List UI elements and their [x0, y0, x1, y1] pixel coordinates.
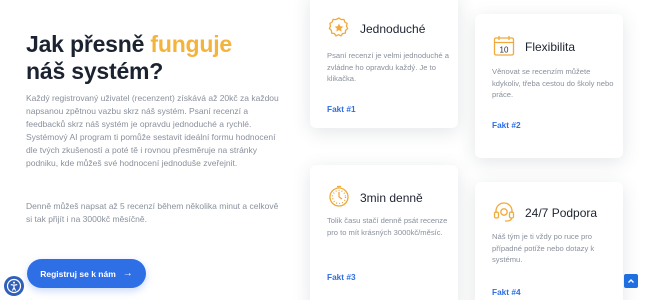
chevron-up-icon: [628, 279, 634, 283]
feature-card-3min: 3min denně Tolik času stačí denně psát r…: [310, 165, 458, 300]
card-description: Věnovat se recenzím můžete kdykoliv, tře…: [492, 67, 614, 100]
heading-part2: náš systém?: [26, 58, 164, 84]
card-fact-link[interactable]: Fakt #2: [492, 120, 521, 130]
intro-text-2: Denně můžeš napsat až 5 recenzí během ně…: [26, 201, 279, 224]
card-fact-link[interactable]: Fakt #4: [492, 287, 521, 297]
section-heading: Jak přesně funguje náš systém?: [26, 31, 286, 85]
heading-part1: Jak přesně: [26, 31, 151, 57]
card-description: Tolik času stačí denně psát recenze pro …: [327, 216, 448, 237]
accessibility-icon[interactable]: [4, 276, 24, 296]
card-title: Jednoduché: [360, 22, 426, 36]
heading-accent: funguje: [150, 31, 233, 57]
card-title: 24/7 Podpora: [525, 206, 598, 220]
feature-card-support: 24/7 Podpora Náš tým je ti vždy po ruce …: [475, 182, 623, 300]
feature-card-simple: Jednoduché Psaní recenzí je velmi jednod…: [310, 0, 458, 128]
headset-icon: [492, 200, 516, 224]
card-title: 3min denně: [360, 191, 423, 205]
intro-text: Každý registrovaný uživatel (recenzent) …: [26, 93, 279, 168]
arrow-right-icon: →: [122, 268, 133, 279]
card-title: Flexibilita: [525, 40, 576, 54]
calendar-icon: 10: [492, 34, 516, 58]
scroll-top-button[interactable]: [624, 274, 638, 288]
card-description: Psaní recenzí je velmi jednoduché a zvlá…: [327, 51, 449, 84]
card-description: Náš tým je ti vždy po ruce pro případné …: [492, 232, 595, 265]
svg-text:10: 10: [500, 46, 509, 55]
feature-card-flexibility: 10 Flexibilita Věnovat se recenzím můžet…: [475, 14, 623, 158]
badge-star-icon: [327, 16, 351, 40]
stopwatch-icon: [327, 184, 351, 208]
register-button[interactable]: Registruj se k nám →: [27, 259, 146, 288]
card-fact-link[interactable]: Fakt #1: [327, 104, 356, 114]
register-button-label: Registruj se k nám: [40, 268, 116, 279]
card-fact-link[interactable]: Fakt #3: [327, 272, 356, 282]
